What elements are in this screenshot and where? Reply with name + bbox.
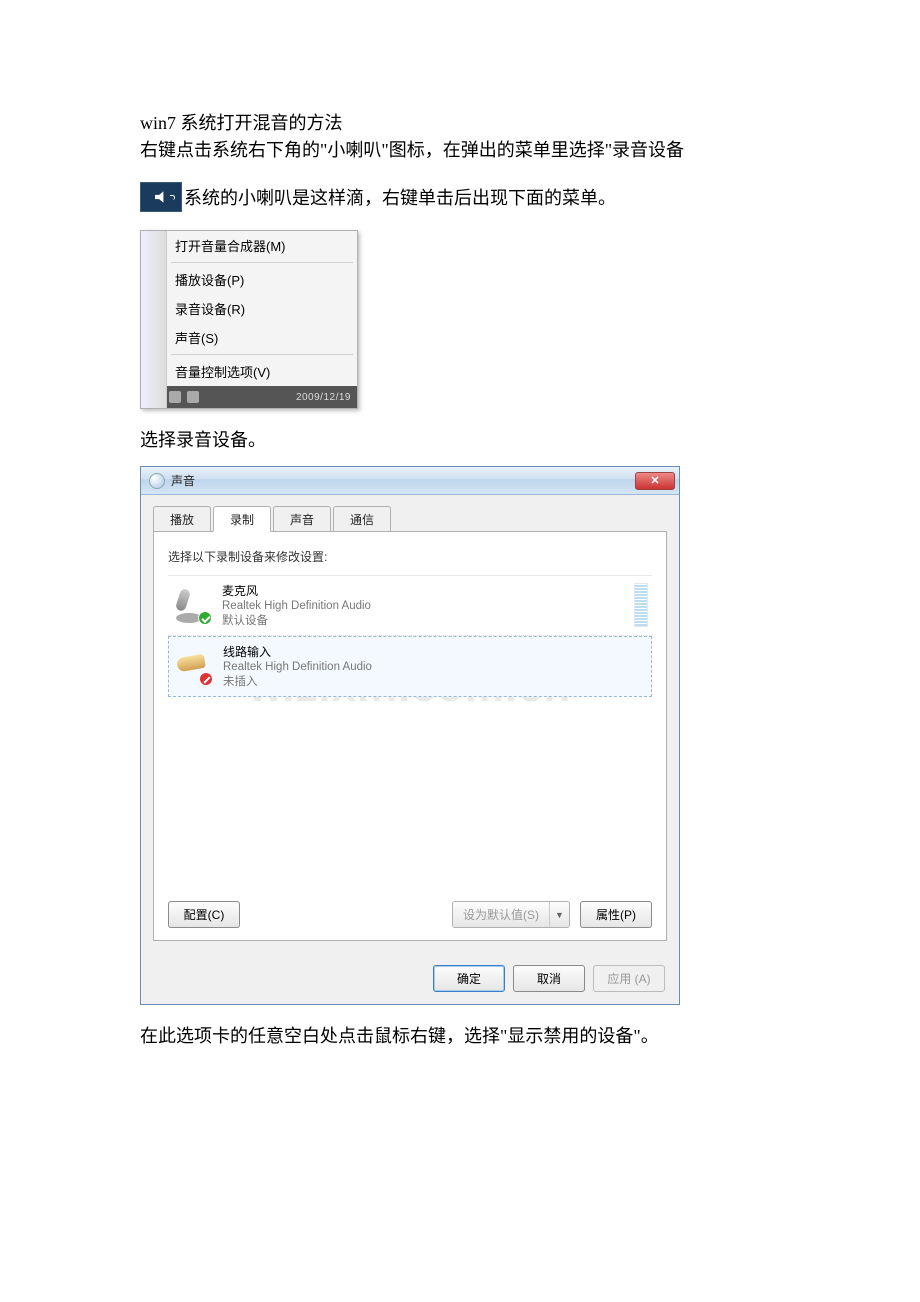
tray-wifi-icon (169, 391, 181, 403)
speaker-wave-icon (170, 195, 175, 200)
recording-tab-panel[interactable]: 选择以下录制设备来修改设置: w.zixin.com.cn 麦克风 Realte… (153, 531, 667, 941)
dialog-title: 声音 (171, 472, 635, 489)
dialog-title-icon (149, 473, 165, 489)
article-p2: 系统的小喇叭是这样滴，右键单击后出现下面的菜单。 (184, 185, 616, 212)
menu-sounds[interactable]: 声音(S) (141, 323, 357, 352)
tray-datetime: 2009/12/19 (296, 392, 351, 403)
menu-open-mixer[interactable]: 打开音量合成器(M) (141, 231, 357, 260)
set-default-label: 设为默认值(S) (453, 902, 549, 927)
device-driver: Realtek High Definition Audio (223, 660, 647, 675)
device-name: 麦克风 (222, 582, 628, 599)
microphone-icon (172, 585, 212, 625)
tab-recording[interactable]: 录制 (213, 506, 271, 532)
article-p3: 选择录音设备。 (140, 427, 780, 454)
tab-playback[interactable]: 播放 (153, 506, 211, 532)
properties-button[interactable]: 属性(P) (580, 901, 652, 928)
set-default-dropdown-arrow[interactable]: ▼ (549, 902, 569, 927)
configure-button[interactable]: 配置(C) (168, 901, 240, 928)
article-p1: 右键点击系统右下角的"小喇叭"图标，在弹出的菜单里选择"录音设备 (140, 137, 780, 164)
cancel-button[interactable]: 取消 (513, 965, 585, 992)
dialog-titlebar: 声音 ✕ (141, 467, 679, 495)
status-unplugged-icon (199, 672, 213, 686)
device-driver: Realtek High Definition Audio (222, 599, 628, 614)
tab-communications[interactable]: 通信 (333, 506, 391, 532)
tray-speaker-icon (187, 391, 199, 403)
article-title: win7 系统打开混音的方法 (140, 110, 780, 137)
tab-strip: 播放 录制 声音 通信 (153, 506, 667, 532)
device-row-microphone[interactable]: 麦克风 Realtek High Definition Audio 默认设备 (168, 576, 652, 636)
article-p4: 在此选项卡的任意空白处点击鼠标右键，选择"显示禁用的设备"。 (140, 1023, 780, 1050)
device-status: 默认设备 (222, 614, 628, 629)
line-in-icon (173, 646, 213, 686)
ok-button[interactable]: 确定 (433, 965, 505, 992)
menu-separator (171, 354, 353, 355)
apply-button[interactable]: 应用 (A) (593, 965, 665, 992)
system-tray-speaker-icon[interactable] (140, 182, 182, 212)
menu-footer: 2009/12/19 (141, 386, 357, 408)
menu-recording-devices[interactable]: 录音设备(R) (141, 294, 357, 323)
menu-separator (171, 262, 353, 263)
device-row-linein[interactable]: 线路输入 Realtek High Definition Audio 未插入 (168, 636, 652, 697)
set-default-split-button[interactable]: 设为默认值(S) ▼ (452, 901, 570, 928)
device-list: 麦克风 Realtek High Definition Audio 默认设备 线 (168, 575, 652, 697)
device-name: 线路输入 (223, 643, 647, 660)
menu-volume-options[interactable]: 音量控制选项(V) (141, 357, 357, 386)
dialog-footer: 确定 取消 应用 (A) (141, 955, 679, 1004)
tab-sounds[interactable]: 声音 (273, 506, 331, 532)
tray-context-menu: 打开音量合成器(M) 播放设备(P) 录音设备(R) 声音(S) 音量控制选项(… (140, 230, 358, 409)
device-status: 未插入 (223, 675, 647, 690)
panel-instruction-label: 选择以下录制设备来修改设置: (168, 548, 652, 565)
dialog-close-button[interactable]: ✕ (635, 472, 675, 490)
speaker-icon (155, 190, 169, 204)
level-meter (634, 583, 648, 627)
status-default-icon (198, 611, 212, 625)
menu-playback-devices[interactable]: 播放设备(P) (141, 265, 357, 294)
sound-dialog: 声音 ✕ 播放 录制 声音 通信 选择以下录制设备来修改设置: w.zixin.… (140, 466, 680, 1005)
